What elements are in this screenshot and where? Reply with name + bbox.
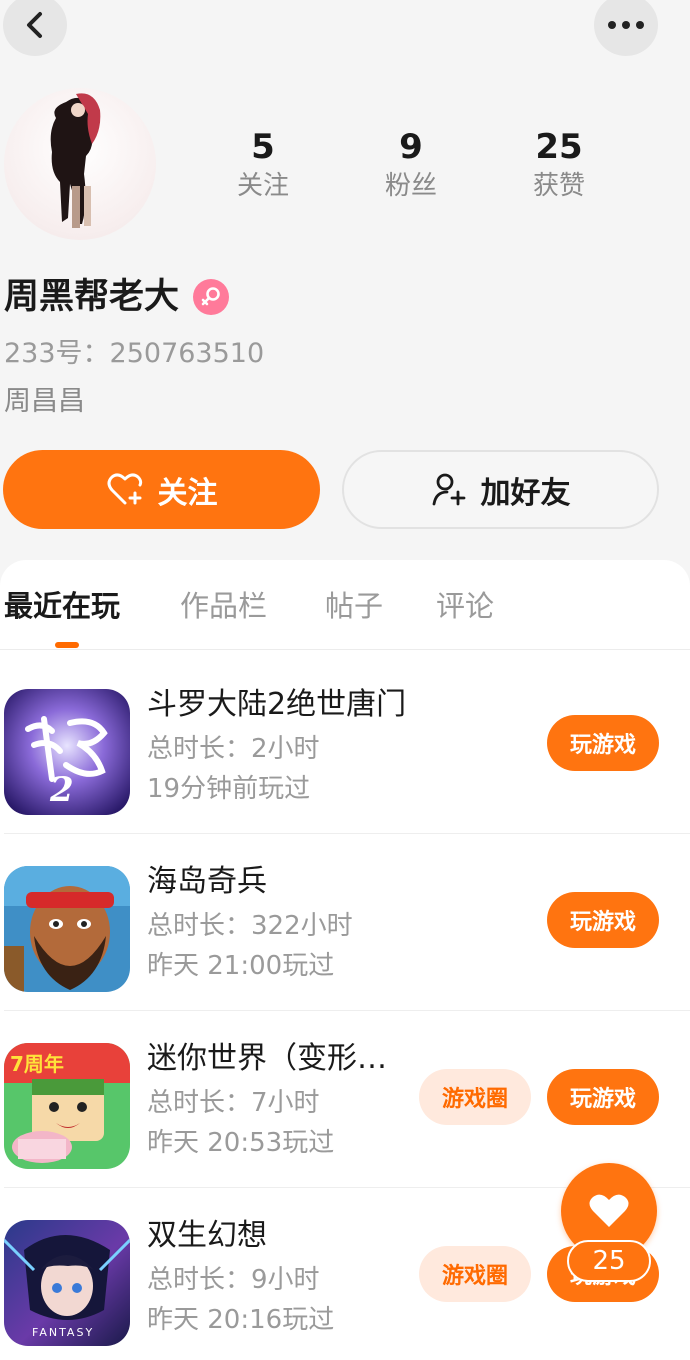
- more-button[interactable]: [594, 0, 658, 56]
- game-title: 海岛奇兵: [147, 864, 267, 899]
- game-row[interactable]: 2 斗罗大陆2绝世唐门 总时长：2小时 19分钟前玩过 玩游戏: [0, 657, 690, 834]
- game-row[interactable]: 海岛奇兵 总时长：322小时 昨天 21:00玩过 玩游戏: [0, 834, 690, 1011]
- game-title: 斗罗大陆2绝世唐门: [147, 687, 407, 722]
- user-bio: 周昌昌: [4, 386, 85, 417]
- following-count: 5: [251, 127, 275, 167]
- game-icon-mini-world[interactable]: 7周年: [4, 1043, 130, 1169]
- svg-text:2: 2: [49, 770, 74, 810]
- game-duration: 总时长：9小时: [147, 1265, 320, 1295]
- game-row[interactable]: 7周年 迷你世界（变形… 总时长：7小时 昨天 20:53玩过 游戏圈 玩游戏: [0, 1011, 690, 1188]
- add-user-icon: [432, 473, 465, 505]
- svg-text:7周年: 7周年: [10, 1052, 64, 1076]
- fans-count: 9: [399, 127, 423, 167]
- fans-label: 粉丝: [384, 171, 437, 201]
- avatar-character-image: [50, 93, 101, 228]
- user-id: 233号：250763510: [4, 338, 265, 369]
- svg-text:FANTASY: FANTASY: [32, 1326, 94, 1339]
- add-friend-button-label: 加好友: [480, 475, 571, 511]
- following-label: 关注: [236, 171, 289, 201]
- game-icon-douluo[interactable]: 2: [4, 689, 130, 815]
- back-button[interactable]: [3, 0, 67, 56]
- play-game-button[interactable]: 玩游戏: [547, 715, 659, 771]
- game-last-played: 19分钟前玩过: [147, 774, 311, 804]
- likes-label: 获赞: [532, 171, 585, 201]
- profile-page: 5 关注 9 粉丝 25 获赞 周黑帮老大 233号：250763510 周昌昌…: [0, 0, 690, 1360]
- play-game-button[interactable]: 玩游戏: [547, 892, 659, 948]
- add-friend-button[interactable]: 加好友: [342, 450, 659, 529]
- game-duration: 总时长：322小时: [147, 911, 353, 941]
- tab-posts[interactable]: 帖子: [325, 586, 383, 626]
- likes-count: 25: [535, 127, 583, 167]
- game-last-played: 昨天 20:53玩过: [147, 1128, 335, 1158]
- chevron-left-icon: [27, 12, 42, 38]
- profile-tabs: 最近在玩 作品栏 帖子 评论: [0, 560, 690, 650]
- tab-comments[interactable]: 评论: [436, 586, 494, 626]
- user-name: 周黑帮老大: [4, 277, 180, 317]
- like-count-badge: 25: [567, 1240, 651, 1282]
- following-stat[interactable]: 5 关注: [203, 126, 323, 204]
- game-duration: 总时长：2小时: [147, 734, 320, 764]
- heart-plus-icon: [107, 472, 142, 504]
- game-last-played: 昨天 21:00玩过: [147, 951, 335, 981]
- active-tab-indicator: [55, 642, 79, 648]
- game-circle-button[interactable]: 游戏圈: [419, 1246, 531, 1302]
- game-duration: 总时长：7小时: [147, 1088, 320, 1118]
- heart-icon: [589, 1194, 629, 1227]
- follow-button-label: 关注: [157, 475, 218, 511]
- game-title: 迷你世界（变形…: [147, 1041, 387, 1076]
- game-icon-boom-beach[interactable]: [4, 866, 130, 992]
- game-title: 双生幻想: [147, 1218, 267, 1253]
- likes-stat[interactable]: 25 获赞: [499, 126, 619, 204]
- name-row: 周黑帮老大: [4, 274, 230, 320]
- fans-stat[interactable]: 9 粉丝: [351, 126, 471, 204]
- follow-button[interactable]: 关注: [3, 450, 320, 529]
- tabs-divider: [0, 649, 690, 650]
- game-last-played: 昨天 20:16玩过: [147, 1305, 335, 1335]
- tab-recent-games[interactable]: 最近在玩: [4, 586, 120, 626]
- avatar[interactable]: [4, 88, 156, 240]
- tab-works[interactable]: 作品栏: [180, 586, 267, 626]
- play-game-button[interactable]: 玩游戏: [547, 1069, 659, 1125]
- game-circle-button[interactable]: 游戏圈: [419, 1069, 531, 1125]
- game-icon-fantasy[interactable]: FANTASY: [4, 1220, 130, 1346]
- female-icon: [193, 279, 230, 315]
- more-dots-icon: [608, 21, 644, 29]
